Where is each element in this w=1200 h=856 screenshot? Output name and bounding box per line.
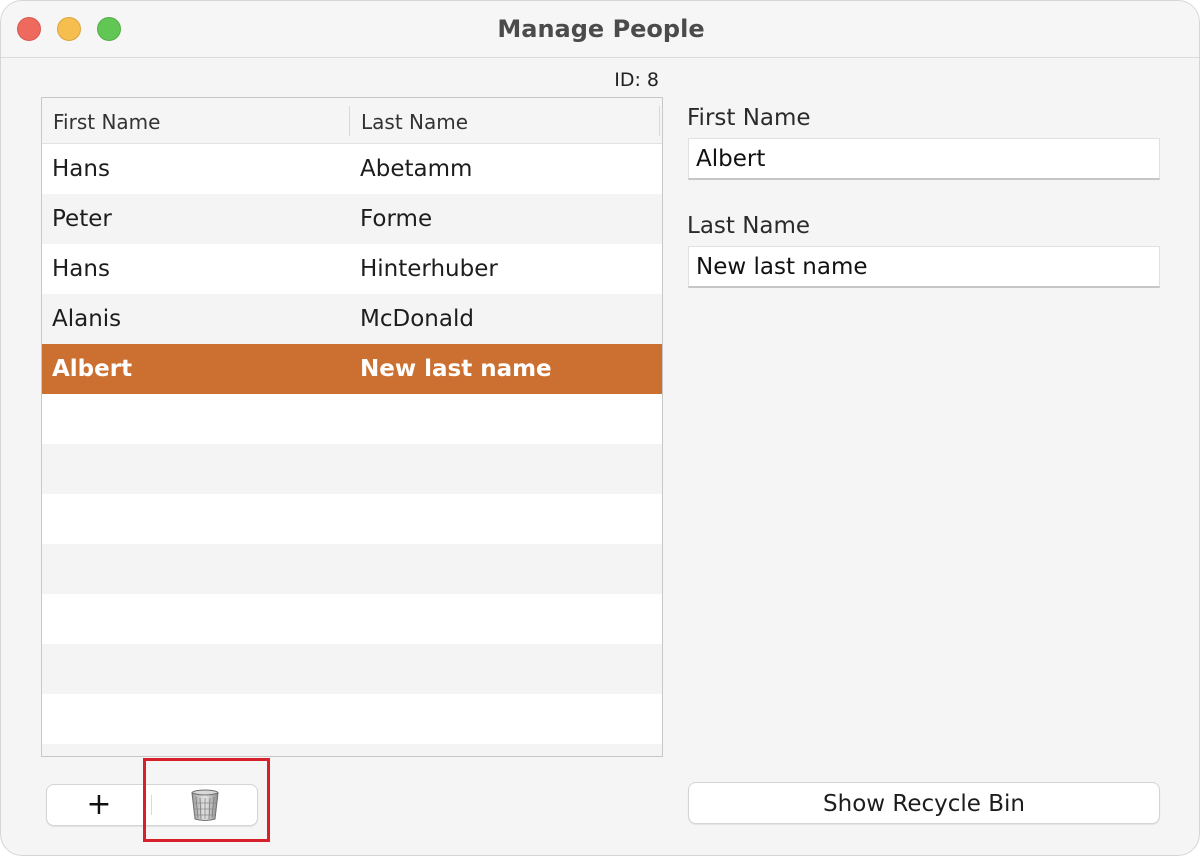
delete-person-button[interactable] [152, 785, 258, 825]
table-row[interactable]: Peter Forme [42, 194, 662, 244]
cell-last-name: McDonald [360, 306, 474, 332]
column-header-first-name[interactable]: First Name [53, 98, 160, 144]
manage-people-window: Manage People ID: 8 First Name Last Name… [0, 0, 1200, 856]
record-id-label: ID: 8 [614, 69, 659, 91]
add-person-button[interactable]: + [47, 785, 151, 825]
cell-last-name: Forme [360, 206, 433, 232]
cell-last-name: Abetamm [360, 156, 473, 182]
show-recycle-bin-button[interactable]: Show Recycle Bin [688, 782, 1160, 824]
empty-table-row [42, 444, 662, 494]
last-name-field[interactable] [688, 246, 1160, 288]
empty-table-row [42, 594, 662, 644]
table-row[interactable]: Hans Abetamm [42, 144, 662, 194]
table-row-selected[interactable]: Albert New last name [42, 344, 662, 394]
column-divider [349, 106, 350, 136]
column-header-last-name[interactable]: Last Name [361, 98, 468, 144]
empty-table-row [42, 544, 662, 594]
cell-first-name: Alanis [52, 306, 122, 332]
last-name-label: Last Name [687, 213, 811, 239]
table-row[interactable]: Hans Hinterhuber [42, 244, 662, 294]
empty-table-row [42, 694, 662, 744]
cell-first-name: Hans [52, 156, 110, 182]
table-row[interactable]: Alanis McDonald [42, 294, 662, 344]
first-name-field[interactable] [688, 138, 1160, 180]
trash-icon [191, 789, 219, 821]
cell-last-name: New last name [360, 356, 552, 382]
table-header: First Name Last Name [42, 98, 662, 144]
window-title: Manage People [497, 15, 705, 43]
empty-table-row [42, 744, 662, 756]
column-divider [659, 106, 660, 136]
cell-last-name: Hinterhuber [360, 256, 498, 282]
cell-first-name: Hans [52, 256, 110, 282]
people-table[interactable]: First Name Last Name Hans Abetamm Peter … [41, 97, 663, 757]
empty-table-row [42, 494, 662, 544]
cell-first-name: Albert [52, 356, 133, 382]
add-delete-segmented-control: + [46, 784, 258, 826]
title-bar[interactable]: Manage People [1, 1, 1199, 58]
empty-table-row [42, 644, 662, 694]
plus-icon: + [86, 787, 112, 822]
table-rows: Hans Abetamm Peter Forme Hans Hinterhube… [42, 144, 662, 756]
empty-table-row [42, 394, 662, 444]
first-name-label: First Name [687, 105, 811, 131]
cell-first-name: Peter [52, 206, 112, 232]
